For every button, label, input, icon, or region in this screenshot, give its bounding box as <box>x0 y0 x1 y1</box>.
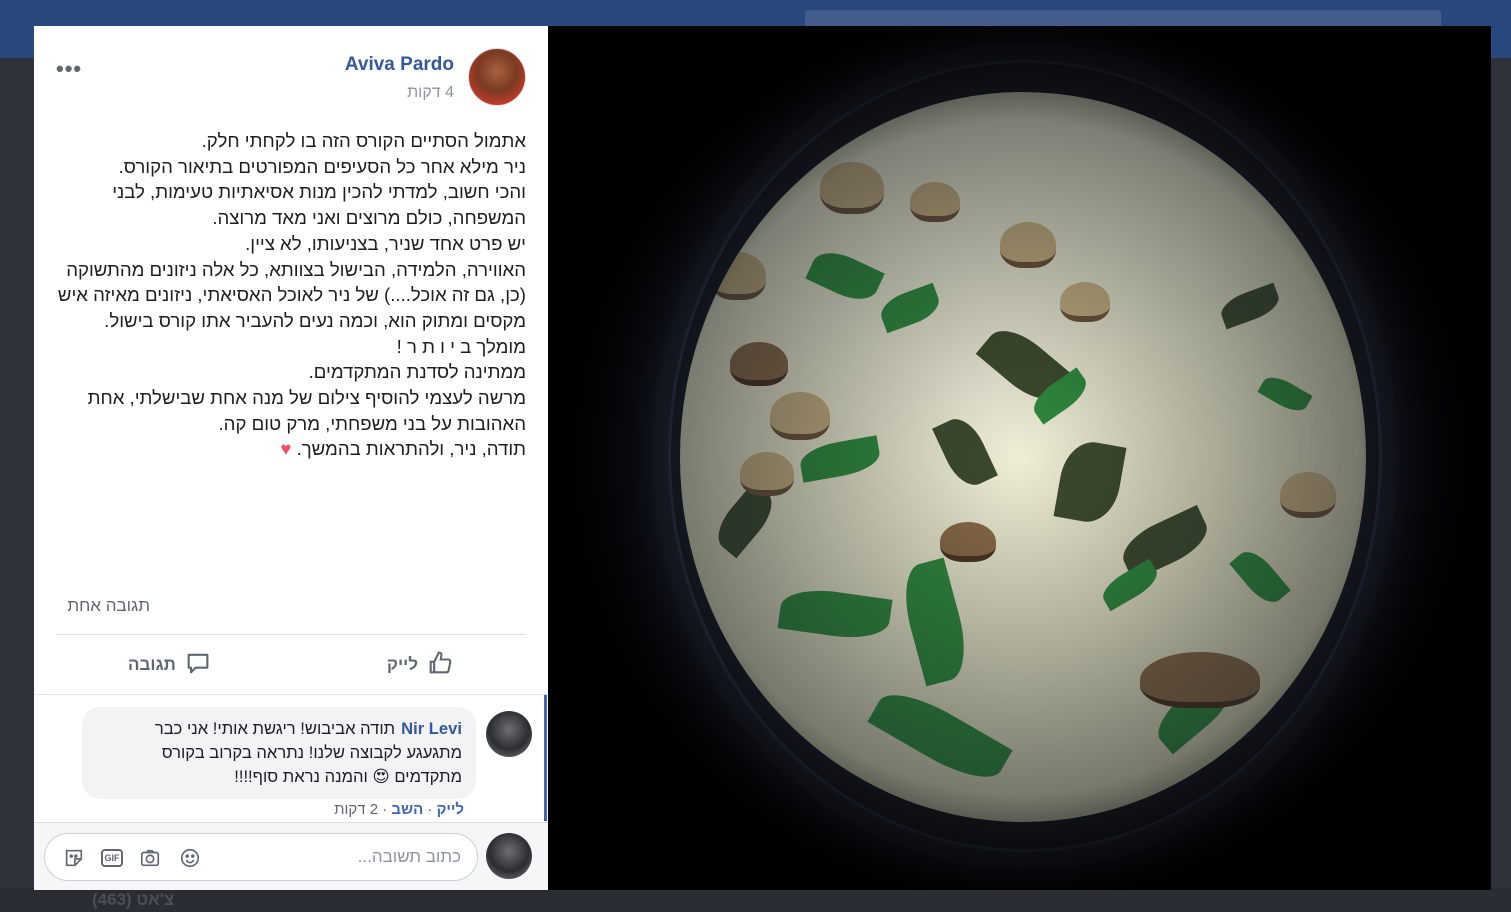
post-text: אתמול הסתיים הקורס הזה בו לקחתי חלק. ניר… <box>54 128 526 462</box>
comment-icon <box>184 649 212 682</box>
scrollbar[interactable] <box>544 695 547 821</box>
post-photo[interactable] <box>548 26 1491 890</box>
composer-icons: GIF <box>61 846 203 870</box>
like-label: לייק <box>386 655 418 674</box>
divider <box>56 634 526 635</box>
post-line: תודה, ניר, ולהתראות בהמשך. ♥ <box>54 436 526 462</box>
comment-count-link[interactable]: תגובה אחת <box>67 596 150 616</box>
camera-icon[interactable] <box>137 846 163 870</box>
post-line: והכי חשוב, למדתי להכין מנות אסיאתיות טעי… <box>112 181 526 229</box>
comment-reply-link[interactable]: השב <box>391 801 423 818</box>
meta-dot: · <box>382 801 388 818</box>
post-line: ניר מילא אחר כל הסעיפים המפורטים בתיאור … <box>118 155 526 177</box>
comment-label: תגובה <box>128 655 176 674</box>
meta-dot: · <box>427 801 433 818</box>
reply-box[interactable]: GIF <box>44 833 478 881</box>
gif-icon[interactable]: GIF <box>101 849 123 867</box>
post-line: יש פרט אחד שניר, בצניעותו, לא ציין. <box>245 232 526 254</box>
post-line: מרשה לעצמי להוסיף צילום של מנה אחת שבישל… <box>87 387 526 434</box>
post-timestamp[interactable]: 4 דקות <box>407 84 454 102</box>
thumbs-up-icon <box>426 649 454 682</box>
author-avatar[interactable] <box>468 48 526 106</box>
chat-label: צ'אט (463) <box>92 890 175 909</box>
emoji-icon[interactable] <box>177 846 203 870</box>
post-line: ממתינה לסדנת המתקדמים. <box>308 361 526 383</box>
commenter-name[interactable]: Nir Levi <box>401 719 462 738</box>
comment-time[interactable]: 2 דקות <box>334 801 378 818</box>
like-button[interactable]: לייק <box>387 650 454 680</box>
chat-bar[interactable]: צ'אט (463) <box>0 888 1511 912</box>
post-header: Aviva Pardo 4 דקות ••• <box>56 48 526 108</box>
heart-icon: ♥ <box>280 438 292 460</box>
comments-section: Nir Leviתודה אביבוש! ריגשת אותי! אני כבר… <box>34 694 548 822</box>
sticker-icon[interactable] <box>61 846 87 870</box>
post-line: האווירה, הלמידה, הבישול בצוותא, כל אלה נ… <box>57 258 526 331</box>
comment-button[interactable]: תגובה <box>128 650 212 680</box>
reply-composer: GIF <box>34 822 548 890</box>
comment-like-link[interactable]: לייק <box>437 801 464 818</box>
post-line-text: תודה, ניר, ולהתראות בהמשך. <box>296 438 526 460</box>
post-line: מומלך ב י ו ת ר ! <box>396 335 526 357</box>
commenter-avatar[interactable] <box>486 711 532 757</box>
author-name[interactable]: Aviva Pardo <box>345 54 454 76</box>
current-user-avatar <box>486 833 532 879</box>
post-panel: Aviva Pardo 4 דקות ••• אתמול הסתיים הקור… <box>34 26 548 890</box>
reply-input[interactable] <box>221 834 461 880</box>
more-options-icon[interactable]: ••• <box>56 56 82 82</box>
comment-bubble: Nir Leviתודה אביבוש! ריגשת אותי! אני כבר… <box>82 707 476 799</box>
post-line: אתמול הסתיים הקורס הזה בו לקחתי חלק. <box>201 130 526 151</box>
comment-meta: לייק · השב · 2 דקות <box>334 801 464 818</box>
